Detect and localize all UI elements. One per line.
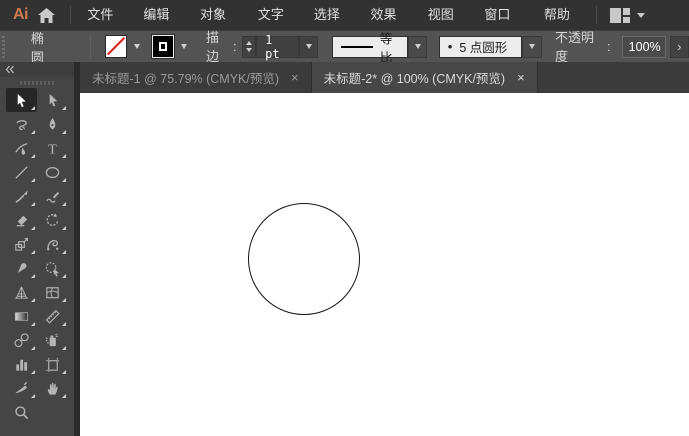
paintbrush-tool[interactable] <box>6 184 37 208</box>
chevron-down-icon <box>305 44 312 49</box>
width-profile-label: 等比 <box>379 31 393 65</box>
stepper-up-icon <box>245 41 252 45</box>
opacity-field[interactable]: 100% <box>621 35 666 58</box>
control-bar: 椭圆 描边 : 1 pt 等比 • 5 点圆形 不透明度 : 100% › <box>0 30 689 67</box>
workspace-switcher-icon[interactable] <box>610 7 630 23</box>
tools-panel-header <box>0 62 74 77</box>
stroke-weight-stepper[interactable] <box>241 35 257 58</box>
ellipse-shape[interactable] <box>248 203 360 315</box>
menu-divider <box>596 6 597 24</box>
none-fill-icon <box>106 37 126 56</box>
direct-selection-tool[interactable] <box>37 88 68 112</box>
document-tab-1[interactable]: 未标题-1 @ 75.79% (CMYK/预览) × <box>80 62 312 93</box>
lasso-tool[interactable] <box>6 112 37 136</box>
shaper-tool[interactable] <box>37 184 68 208</box>
collapse-panel-icon[interactable] <box>5 65 15 74</box>
brush-dot-icon: • <box>447 39 453 54</box>
blend-tool[interactable] <box>6 328 37 352</box>
menu-divider <box>69 6 71 24</box>
line-segment-tool[interactable] <box>6 160 37 184</box>
pen-tool[interactable] <box>37 112 68 136</box>
colon-text: : <box>233 39 237 54</box>
menu-edit[interactable]: 编辑(E) <box>132 0 189 52</box>
brush-definition-label: 5 点圆形 <box>459 41 508 55</box>
menu-bar: Ai 文件(F) 编辑(E) 对象(O) 文字(T) 选择(S) 效果(C) 视… <box>0 0 689 52</box>
tool-grid-spacer <box>37 400 68 424</box>
menu-window[interactable]: 窗口(W) <box>473 0 533 52</box>
menu-help[interactable]: 帮助(H) <box>533 0 590 52</box>
menu-file[interactable]: 文件(F) <box>76 0 132 52</box>
close-icon[interactable]: × <box>515 71 527 84</box>
perspective-grid-tool[interactable] <box>6 280 37 304</box>
eraser-tool[interactable] <box>6 208 37 232</box>
scale-tool[interactable] <box>6 232 37 256</box>
chevron-down-icon <box>180 44 187 49</box>
illustrator-window: Ai 文件(F) 编辑(E) 对象(O) 文字(T) 选择(S) 效果(C) 视… <box>0 0 689 436</box>
selection-tool[interactable] <box>6 88 37 112</box>
measure-tool[interactable] <box>37 304 68 328</box>
stroke-profile-preview-icon <box>340 45 373 48</box>
menu-view[interactable]: 视图(V) <box>417 0 474 52</box>
brush-definition-dropdown-button[interactable] <box>522 35 542 58</box>
chevron-down-icon[interactable] <box>637 12 645 18</box>
home-button[interactable] <box>38 4 56 26</box>
opacity-panel-link[interactable]: 不透明度 <box>555 27 606 67</box>
stroke-color-dropdown[interactable] <box>177 35 190 58</box>
gradient-tool[interactable] <box>6 304 37 328</box>
svg-text:T: T <box>48 141 57 156</box>
stroke-color-swatch[interactable] <box>150 34 175 59</box>
stroke-square-icon <box>158 42 167 51</box>
menu-effect[interactable]: 效果(C) <box>360 0 417 52</box>
fill-color-swatch-none[interactable] <box>104 35 128 58</box>
slice-tool[interactable] <box>6 376 37 400</box>
menu-type[interactable]: 文字(T) <box>247 0 303 52</box>
document-tab-title: 未标题-2* @ 100% (CMYK/预览) <box>323 72 506 86</box>
rotate-tool[interactable] <box>37 208 68 232</box>
zoom-tool[interactable] <box>6 400 37 424</box>
menu-select[interactable]: 选择(S) <box>303 0 360 52</box>
document-tab-title: 未标题-1 @ 75.79% (CMYK/预览) <box>92 72 280 86</box>
width-profile-dropdown[interactable]: 等比 <box>331 32 408 65</box>
artboard-tool[interactable] <box>37 352 68 376</box>
ellipse-tool[interactable] <box>37 160 68 184</box>
tools-panel-grip[interactable] <box>0 77 74 88</box>
type-tool[interactable]: T <box>37 136 68 160</box>
hand-tool[interactable] <box>37 376 68 400</box>
close-icon[interactable]: × <box>289 71 301 84</box>
chevron-down-icon <box>414 44 421 49</box>
stroke-weight-dropdown[interactable] <box>299 35 319 58</box>
curvature-tool[interactable] <box>6 136 37 160</box>
opacity-more-button[interactable]: › <box>669 35 689 58</box>
mesh-tool[interactable] <box>37 280 68 304</box>
control-bar-grip[interactable] <box>2 33 9 60</box>
column-graph-tool[interactable] <box>6 352 37 376</box>
symbol-sprayer-tool[interactable] <box>37 328 68 352</box>
width-profile-dropdown-button[interactable] <box>407 35 428 58</box>
document-tab-2[interactable]: 未标题-2* @ 100% (CMYK/预览) × <box>311 62 538 93</box>
fill-color-dropdown[interactable] <box>130 35 143 58</box>
home-icon <box>38 7 56 23</box>
tool-grid: T <box>0 88 74 424</box>
puppet-warp-tool[interactable] <box>37 232 68 256</box>
colon-text: : <box>607 39 611 54</box>
width-tool[interactable] <box>6 256 37 280</box>
chevron-down-icon <box>133 44 140 49</box>
document-tab-bar: 未标题-1 @ 75.79% (CMYK/预览) × 未标题-2* @ 100%… <box>80 62 689 93</box>
stroke-panel-link[interactable]: 描边 <box>205 27 231 67</box>
tools-panel: T <box>0 62 80 436</box>
shape-builder-tool[interactable] <box>37 256 68 280</box>
stepper-down-icon <box>245 48 252 52</box>
artboard-canvas[interactable] <box>80 93 689 436</box>
active-tool-label: 椭圆 <box>30 30 44 65</box>
brush-definition-dropdown[interactable]: • 5 点圆形 <box>438 35 523 58</box>
app-logo: Ai <box>13 6 29 23</box>
stroke-weight-field[interactable]: 1 pt <box>256 33 300 61</box>
chevron-down-icon <box>528 44 535 49</box>
control-bar-divider <box>89 34 91 59</box>
menu-object[interactable]: 对象(O) <box>189 0 247 52</box>
